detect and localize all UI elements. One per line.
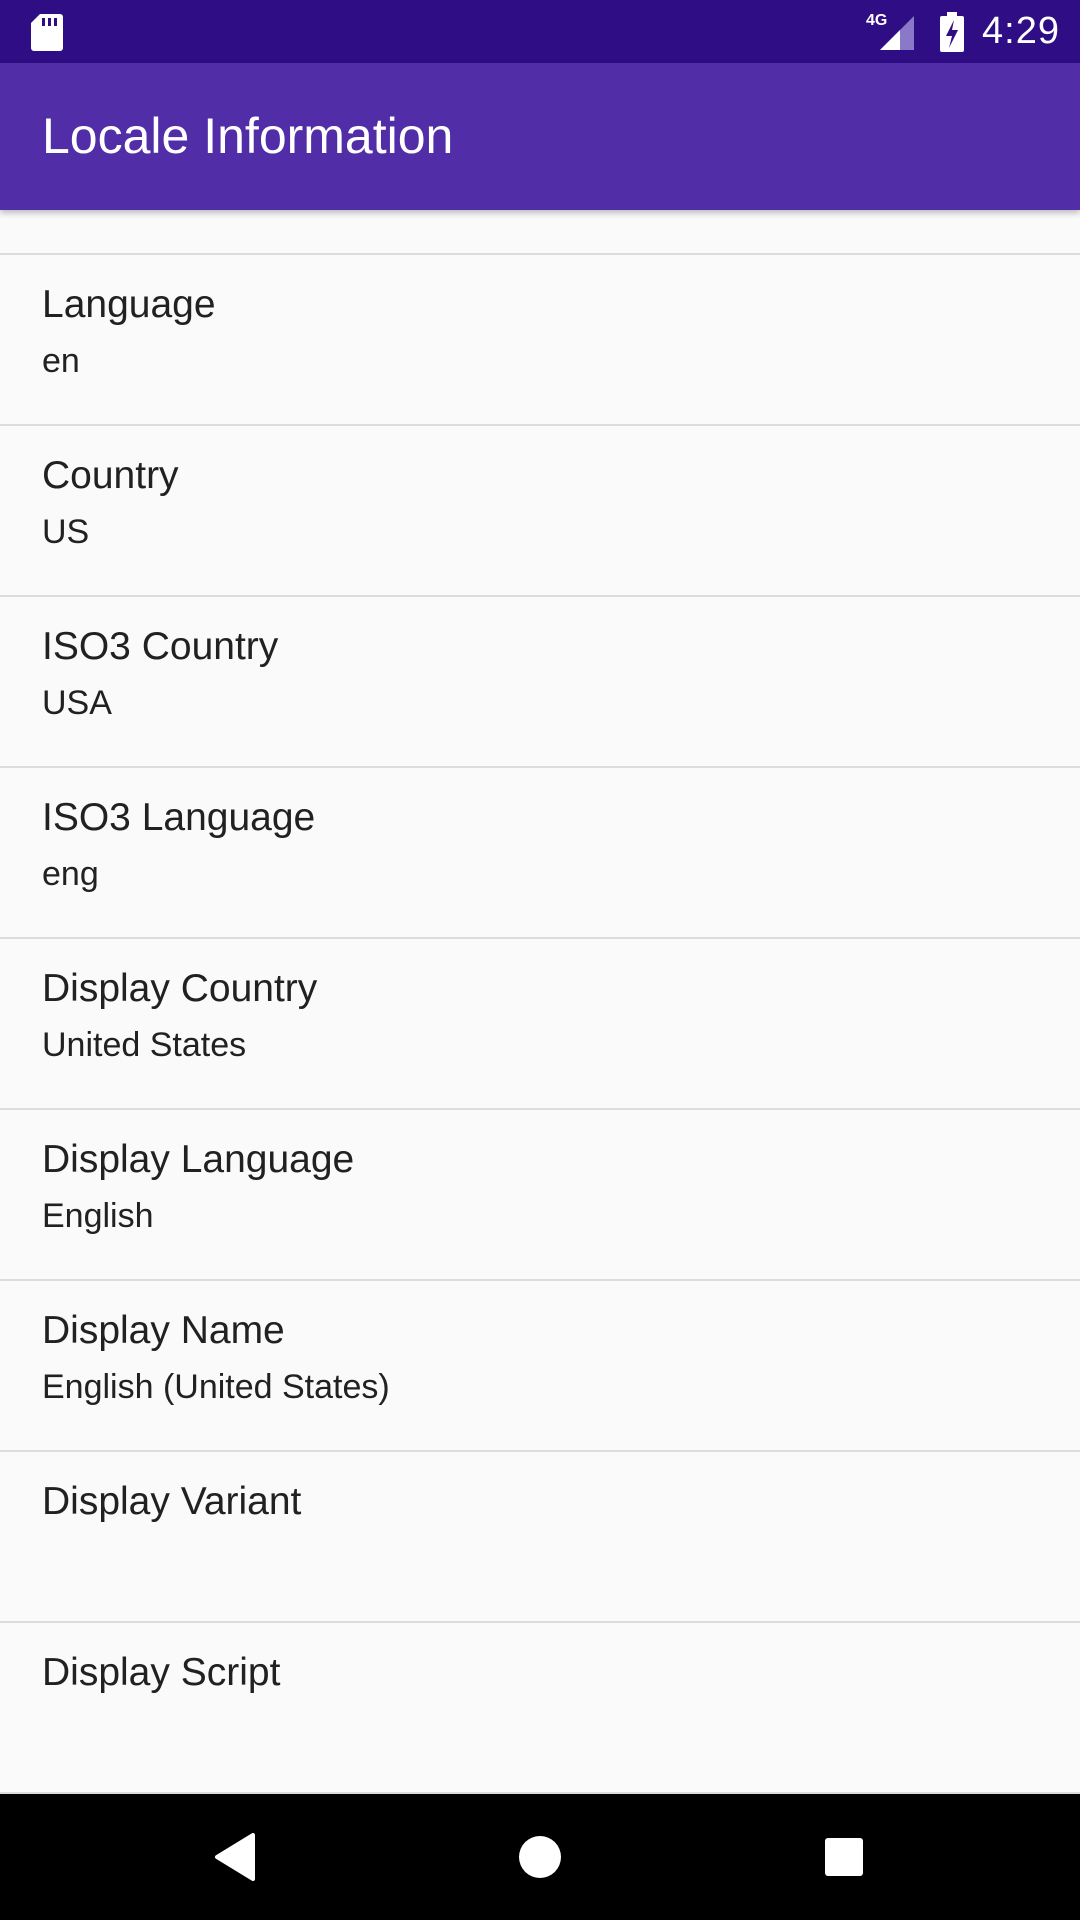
status-bar: 4G 4:29 — [0, 0, 1080, 63]
list-item-display-script[interactable]: Display Script — [0, 1623, 1080, 1794]
home-button[interactable] — [477, 1794, 603, 1920]
item-value: United States — [42, 1026, 247, 1064]
list-item-display-country[interactable]: Display Country United States — [0, 939, 1080, 1110]
list-item-display-name[interactable]: Display Name English (United States) — [0, 1281, 1080, 1452]
item-label: Display Language — [42, 1138, 355, 1181]
list-item-display-variant[interactable]: Display Variant — [0, 1452, 1080, 1623]
item-label: Language — [42, 283, 216, 326]
network-type-label: 4G — [866, 11, 888, 29]
item-value: US — [42, 513, 90, 551]
item-label: Display Country — [42, 967, 318, 1010]
item-label: Display Name — [42, 1309, 285, 1352]
signal-icon: 4G — [866, 12, 918, 52]
item-value: USA — [42, 684, 112, 722]
item-value: English — [42, 1197, 154, 1235]
item-value: en — [42, 342, 80, 380]
list-item-display-language[interactable]: Display Language English — [0, 1110, 1080, 1281]
item-label: Display Variant — [42, 1480, 302, 1523]
list-item-language[interactable]: Language en — [0, 255, 1080, 426]
item-label: Country — [42, 454, 179, 497]
navigation-bar — [0, 1794, 1080, 1920]
recents-icon — [825, 1838, 863, 1876]
item-value: eng — [42, 855, 99, 893]
list-top-spacer — [0, 210, 1080, 255]
list-item-iso3-country[interactable]: ISO3 Country USA — [0, 597, 1080, 768]
item-label: ISO3 Country — [42, 625, 279, 668]
app-bar: Locale Information — [0, 63, 1080, 210]
item-label: Display Script — [42, 1651, 281, 1694]
back-icon — [215, 1833, 255, 1881]
battery-charging-icon — [940, 11, 965, 52]
item-label: ISO3 Language — [42, 796, 316, 839]
list-item-country[interactable]: Country US — [0, 426, 1080, 597]
page-title: Locale Information — [42, 108, 454, 164]
list-item-iso3-language[interactable]: ISO3 Language eng — [0, 768, 1080, 939]
status-time: 4:29 — [982, 10, 1060, 52]
back-button[interactable] — [172, 1794, 298, 1920]
recents-button[interactable] — [781, 1794, 907, 1920]
locale-info-list: Language en Country US ISO3 Country USA … — [0, 210, 1080, 1794]
item-value: English (United States) — [42, 1368, 390, 1406]
home-icon — [519, 1836, 561, 1878]
sd-card-icon — [31, 14, 63, 51]
